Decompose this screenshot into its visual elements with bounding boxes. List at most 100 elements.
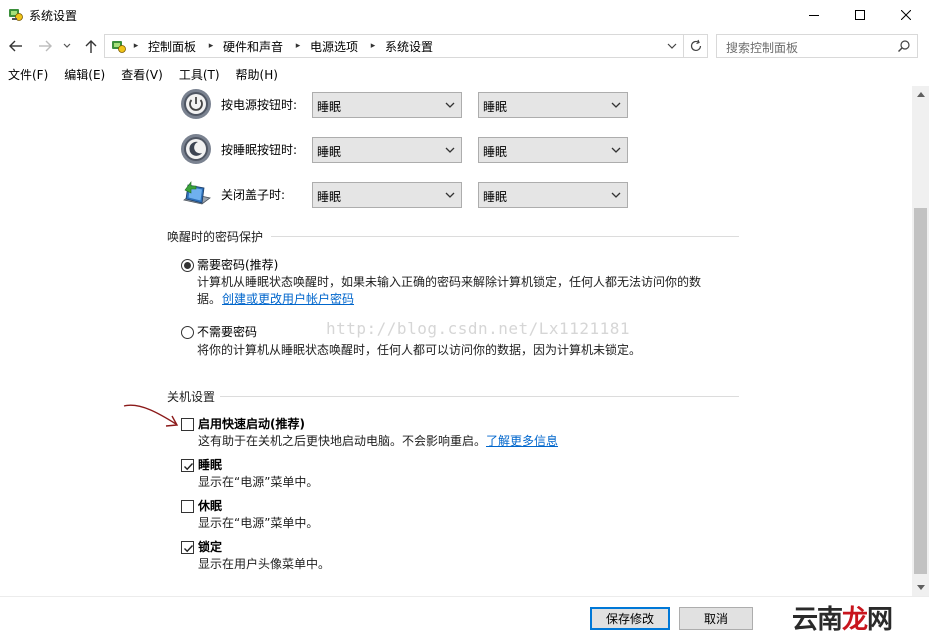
sleep-button-row: 按睡眠按钮时: 睡眠 睡眠 xyxy=(180,131,650,167)
sleep-button-label: 按睡眠按钮时: xyxy=(221,143,298,157)
back-button[interactable] xyxy=(7,37,25,55)
cancel-button[interactable]: 取消 xyxy=(679,607,753,630)
power-button-label: 按电源按钮时: xyxy=(221,98,298,112)
scroll-up-button[interactable] xyxy=(912,86,929,103)
breadcrumb-power-options[interactable]: 电源选项 xyxy=(310,38,358,55)
learn-more-link[interactable]: 了解更多信息 xyxy=(486,432,558,450)
fast-startup-checkbox[interactable] xyxy=(181,418,194,431)
watermark-text: http://blog.csdn.net/Lx1121181 xyxy=(326,319,630,338)
menu-file[interactable]: 文件(F) xyxy=(0,64,56,86)
scroll-down-button[interactable] xyxy=(912,579,929,596)
main-content: 按电源按钮时: 睡眠 睡眠 按睡眠按钮时: 睡眠 睡眠 关闭盖子时: 睡眠 睡眠… xyxy=(0,86,912,596)
require-password-description: 计算机从睡眠状态唤醒时，如果未输入正确的密码来解除计算机锁定，任何人都无法访问你… xyxy=(197,275,702,289)
annotation-arrow xyxy=(123,404,179,427)
checkmark-icon xyxy=(184,545,194,553)
menu-tools[interactable]: 工具(T) xyxy=(171,64,228,86)
maximize-button[interactable] xyxy=(837,0,883,30)
menu-view[interactable]: 查看(V) xyxy=(113,64,171,86)
minimize-icon xyxy=(809,15,819,16)
logo-text: 网 xyxy=(867,605,893,635)
power-button-battery-select[interactable]: 睡眠 xyxy=(312,92,462,118)
checkmark-icon xyxy=(184,463,194,471)
select-value: 睡眠 xyxy=(483,145,508,159)
save-button[interactable]: 保存修改 xyxy=(590,607,670,630)
close-button[interactable] xyxy=(883,0,929,30)
search-box[interactable]: 搜索控制面板 xyxy=(716,34,918,58)
sleep-description: 显示在“电源”菜单中。 xyxy=(198,475,319,489)
menu-bar: 文件(F) 编辑(E) 查看(V) 工具(T) 帮助(H) xyxy=(0,64,929,86)
title-bar: 系统设置 xyxy=(0,0,929,30)
menu-help[interactable]: 帮助(H) xyxy=(228,64,286,86)
lid-close-battery-select[interactable]: 睡眠 xyxy=(312,182,462,208)
sleep-checkbox[interactable] xyxy=(181,459,194,472)
site-logo: 云南龙网 xyxy=(792,599,893,636)
fast-startup-label[interactable]: 启用快速启动(推荐) xyxy=(198,415,305,432)
breadcrumb-system-settings[interactable]: 系统设置 xyxy=(385,38,433,55)
forward-arrow-icon xyxy=(39,40,52,52)
require-password-radio[interactable] xyxy=(181,259,194,272)
sleep-label[interactable]: 睡眠 xyxy=(198,456,222,473)
power-button-row: 按电源按钮时: 睡眠 睡眠 xyxy=(180,86,650,122)
lid-close-label: 关闭盖子时: xyxy=(221,188,286,202)
chevron-down-icon xyxy=(611,147,621,153)
no-password-radio[interactable] xyxy=(181,326,194,339)
forward-button[interactable] xyxy=(36,37,54,55)
hibernate-label[interactable]: 休眠 xyxy=(198,497,222,514)
power-button-plugged-select[interactable]: 睡眠 xyxy=(478,92,628,118)
select-value: 睡眠 xyxy=(483,100,508,114)
chevron-right-icon: ▸ xyxy=(133,41,139,51)
up-button[interactable] xyxy=(82,37,100,55)
menu-edit[interactable]: 编辑(E) xyxy=(56,64,113,86)
refresh-icon xyxy=(690,39,701,52)
logo-text: 云南 xyxy=(792,605,843,635)
select-value: 睡眠 xyxy=(317,190,342,204)
chevron-right-icon[interactable]: ▸ xyxy=(293,41,303,51)
address-dropdown-icon[interactable] xyxy=(665,39,679,53)
breadcrumb: ▸ 控制面板 ▸ 硬件和声音 ▸ 电源选项 ▸ 系统设置 xyxy=(131,35,443,57)
no-password-label[interactable]: 不需要密码 xyxy=(197,323,257,340)
chevron-down-icon xyxy=(63,43,71,48)
breadcrumb-control-panel[interactable]: 控制面板 xyxy=(148,38,196,55)
hibernate-description: 显示在“电源”菜单中。 xyxy=(198,516,319,530)
scrollbar-thumb[interactable] xyxy=(914,208,927,574)
sleep-button-battery-select[interactable]: 睡眠 xyxy=(312,137,462,163)
wake-password-section-title: 唤醒时的密码保护 xyxy=(167,230,264,244)
footer-bar: 保存修改 取消 云南龙网 xyxy=(0,596,929,639)
breadcrumb-hardware-sound[interactable]: 硬件和声音 xyxy=(223,38,283,55)
chevron-down-icon xyxy=(611,192,621,198)
search-icon[interactable] xyxy=(897,39,911,53)
require-password-label[interactable]: 需要密码(推荐) xyxy=(197,256,278,273)
chevron-down-icon xyxy=(445,147,455,153)
minimize-button[interactable] xyxy=(791,0,837,30)
sleep-button-icon xyxy=(181,134,211,164)
chevron-down-icon xyxy=(445,192,455,198)
back-arrow-icon xyxy=(9,40,22,52)
chevron-right-icon[interactable]: ▸ xyxy=(206,41,216,51)
lock-description: 显示在用户头像菜单中。 xyxy=(198,557,331,571)
recent-locations-button[interactable] xyxy=(61,37,73,55)
close-icon xyxy=(901,10,911,20)
lock-checkbox[interactable] xyxy=(181,541,194,554)
scroll-down-icon xyxy=(916,585,925,590)
lid-close-row: 关闭盖子时: 睡眠 睡眠 xyxy=(180,176,650,212)
lock-label[interactable]: 锁定 xyxy=(198,538,222,555)
address-bar[interactable]: ▸ 控制面板 ▸ 硬件和声音 ▸ 电源选项 ▸ 系统设置 xyxy=(104,34,684,58)
maximize-icon xyxy=(855,10,865,20)
select-value: 睡眠 xyxy=(483,190,508,204)
logo-text-accent: 龙 xyxy=(842,605,868,635)
hibernate-checkbox[interactable] xyxy=(181,500,194,513)
refresh-button[interactable] xyxy=(684,34,708,58)
laptop-lid-icon xyxy=(183,181,211,205)
chevron-right-icon[interactable]: ▸ xyxy=(368,41,378,51)
power-button-icon xyxy=(181,89,211,119)
vertical-scrollbar[interactable] xyxy=(912,86,929,596)
chevron-down-icon xyxy=(445,102,455,108)
require-password-description-cont: 据。 xyxy=(197,292,222,306)
select-value: 睡眠 xyxy=(317,100,342,114)
section-divider xyxy=(220,396,739,397)
sleep-button-plugged-select[interactable]: 睡眠 xyxy=(478,137,628,163)
lid-close-plugged-select[interactable]: 睡眠 xyxy=(478,182,628,208)
section-divider xyxy=(271,236,739,237)
create-change-password-link[interactable]: 创建或更改用户帐户密码 xyxy=(222,290,354,308)
search-input[interactable]: 搜索控制面板 xyxy=(726,39,798,56)
